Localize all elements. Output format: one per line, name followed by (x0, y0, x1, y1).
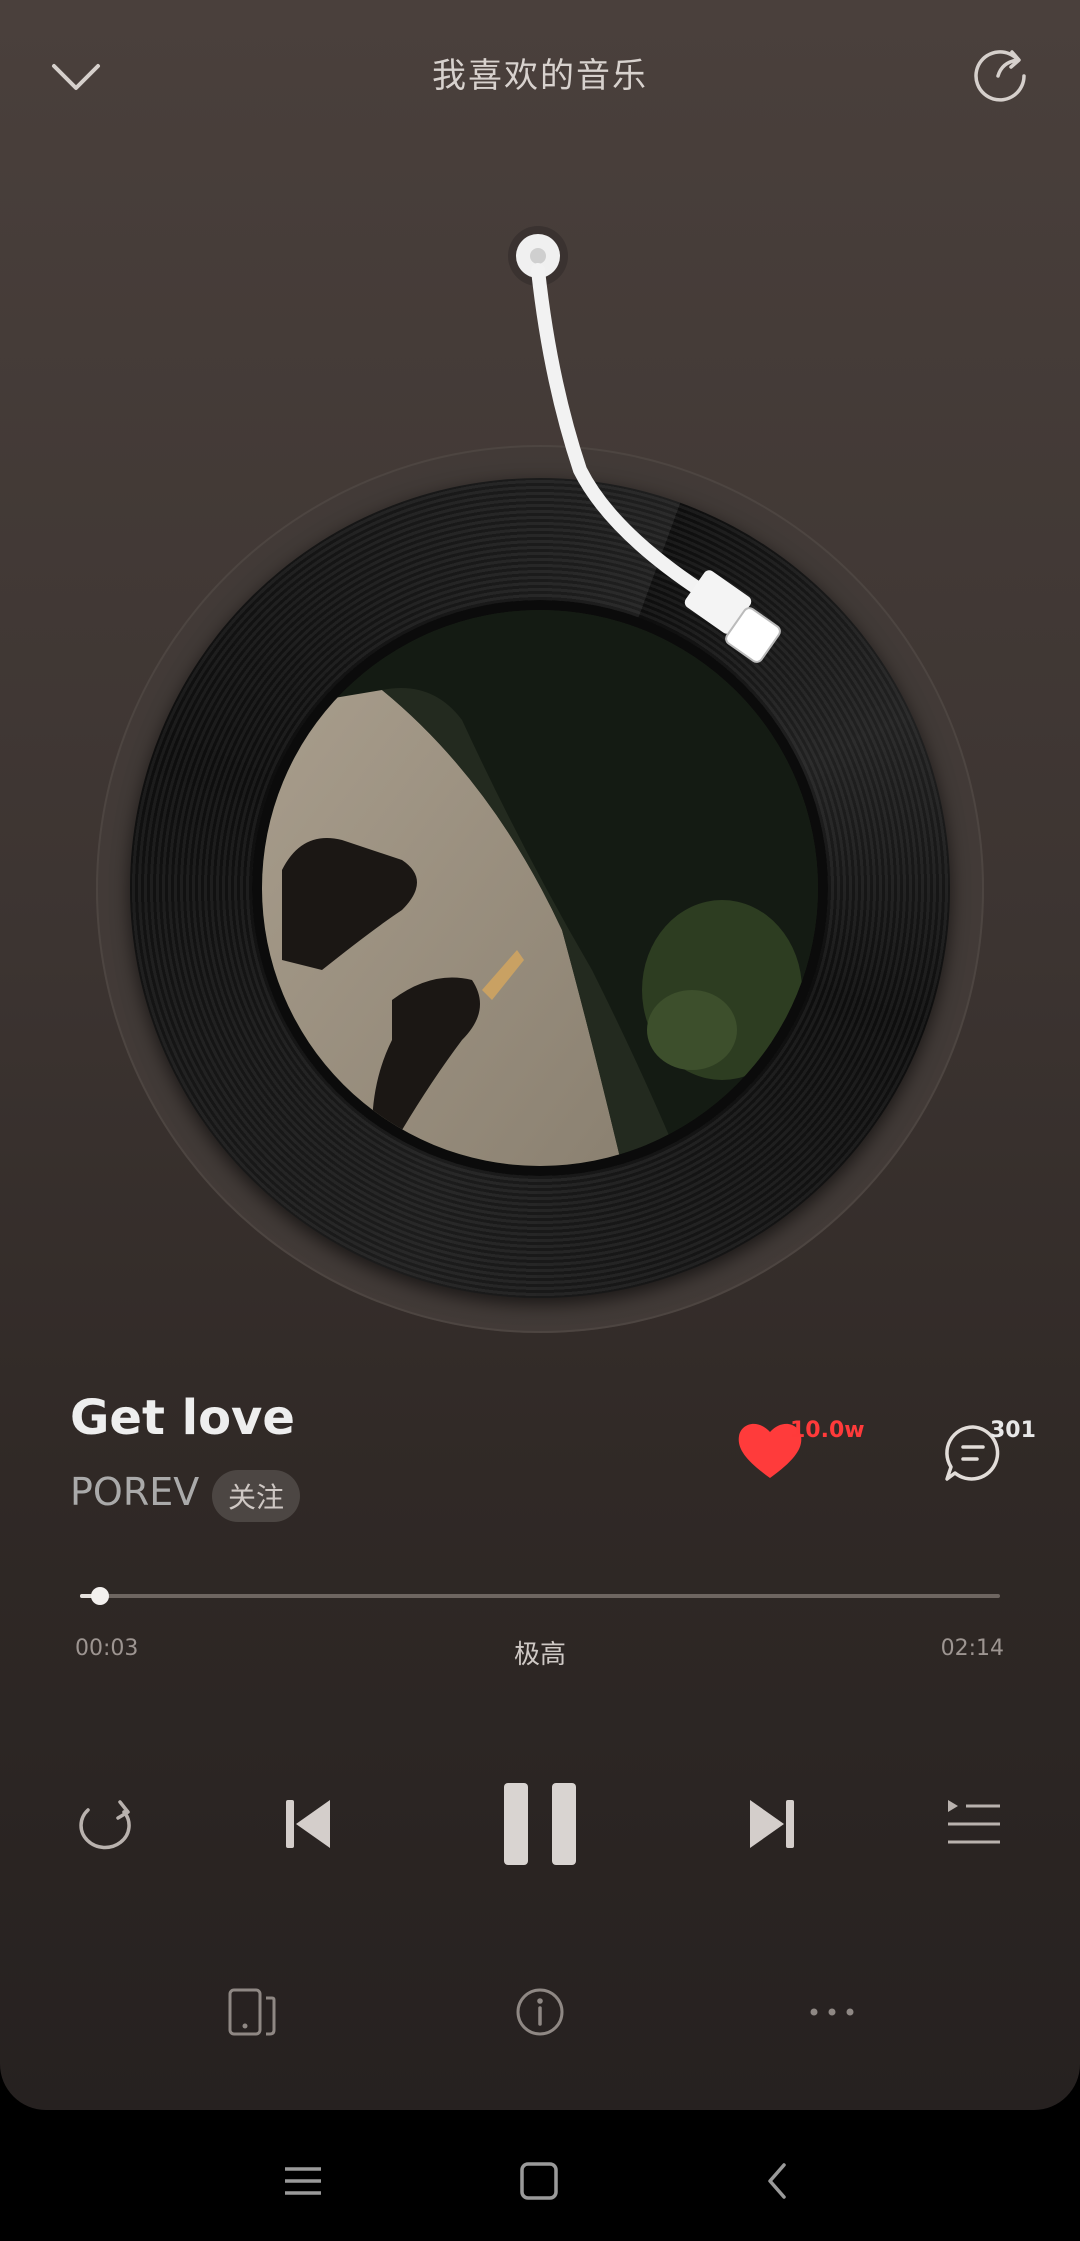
menu-button[interactable] (268, 2146, 338, 2216)
previous-button[interactable] (268, 1786, 348, 1862)
album-cover (262, 610, 818, 1166)
menu-icon (285, 2167, 321, 2195)
back-icon (768, 2163, 786, 2199)
artist-name[interactable]: POREV (70, 1470, 199, 1514)
share-refresh-icon (974, 50, 1026, 102)
like-count: 10.0w (790, 1418, 865, 1443)
progress-track[interactable] (80, 1594, 1000, 1598)
system-nav-bar (0, 2110, 1080, 2241)
playlist-button[interactable] (934, 1786, 1014, 1862)
song-title: Get love (70, 1390, 295, 1446)
next-icon (750, 1800, 794, 1848)
previous-icon (286, 1800, 330, 1848)
repeat-icon (79, 1800, 131, 1850)
home-button[interactable] (504, 2146, 574, 2216)
player-panel: 我喜欢的音乐 Get love POREV 关注 10.0w 301 00:03… (0, 0, 1080, 2110)
device-icon (228, 1988, 276, 2036)
next-button[interactable] (732, 1786, 812, 1862)
info-button[interactable] (504, 1976, 576, 2048)
home-icon (520, 2162, 558, 2200)
comment-count: 301 (990, 1418, 1036, 1443)
album-cover-art (262, 610, 818, 1166)
share-button[interactable] (966, 36, 1038, 108)
back-button[interactable] (742, 2146, 812, 2216)
more-icon (810, 2008, 854, 2016)
pause-button[interactable] (490, 1776, 590, 1872)
audio-quality[interactable]: 极高 (0, 1634, 1080, 1671)
total-time: 02:14 (940, 1636, 1004, 1661)
tonearm (508, 226, 781, 663)
progress-thumb[interactable] (91, 1587, 109, 1605)
page-title: 我喜欢的音乐 (432, 56, 648, 96)
device-button[interactable] (216, 1976, 288, 2048)
follow-button[interactable]: 关注 (212, 1470, 301, 1522)
repeat-button[interactable] (66, 1786, 146, 1862)
info-icon (516, 1988, 564, 2036)
pause-icon (504, 1783, 576, 1865)
more-button[interactable] (796, 1976, 868, 2048)
playlist-icon (948, 1800, 1000, 1844)
